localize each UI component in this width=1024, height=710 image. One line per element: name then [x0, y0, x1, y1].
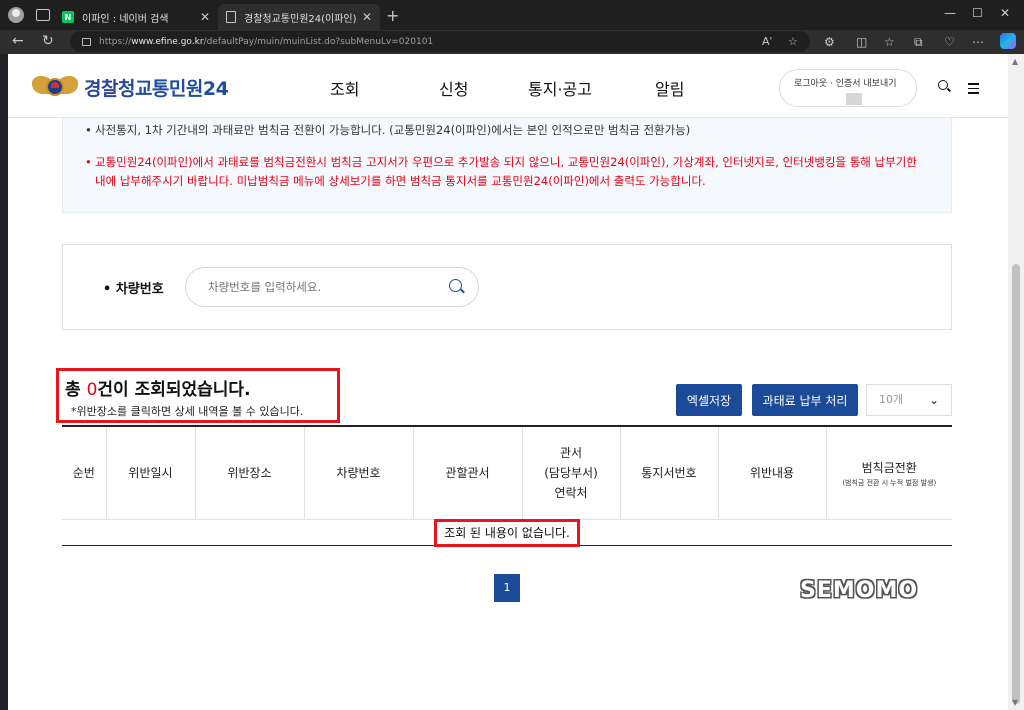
naver-favicon-icon: N — [62, 11, 74, 23]
nav-menu-alerts[interactable]: 알림 — [655, 76, 684, 100]
result-count: 0 — [86, 380, 98, 400]
web-page: 경찰청교통민원24 조회 신청 통지·공고 알림 로그아웃 · 인증서 내보내기… — [8, 54, 1008, 710]
page-favicon-icon — [226, 11, 236, 23]
redacted-username — [846, 93, 862, 105]
nav-menu-inquiry[interactable]: 조회 — [330, 76, 359, 100]
page-number-current[interactable]: 1 — [494, 574, 520, 602]
profile-avatar-icon[interactable] — [8, 7, 24, 23]
notice-warning: • 교통민원24(이파인)에서 과태료를 범칙금전환시 범칙금 고지서가 우편으로… — [85, 155, 917, 188]
search-icon[interactable] — [938, 80, 948, 90]
column-header-conversion: 범칙금전환 (범칙금 전환 시 누적 벌점 발생) — [825, 425, 952, 520]
browser-tab-efine[interactable]: 경찰청교통민원24(이파인) ✕ — [218, 4, 380, 30]
table-header-row: 순번 위반일시 위반장소 차량번호 관할관서 관서 (담당부서) 연락처 통지서… — [62, 425, 952, 520]
page-scrollbar[interactable]: ▲ ▼ — [1008, 54, 1024, 710]
copilot-icon[interactable] — [1000, 33, 1016, 49]
browser-tab-naver[interactable]: N 이파인 : 네이버 검색 ✕ — [54, 4, 218, 30]
search-panel: • 차량번호 — [62, 244, 952, 330]
table-empty-row: 조회 된 내용이 없습니다. — [62, 519, 952, 547]
url-text: https://www.efine.go.kr/defaultPay/muin/… — [99, 36, 434, 47]
tab-title: 이파인 : 네이버 검색 — [82, 13, 169, 25]
police-emblem-icon — [30, 70, 80, 104]
new-tab-icon[interactable]: + — [386, 6, 399, 25]
tab-actions-icon[interactable] — [36, 9, 50, 21]
site-header: 경찰청교통민원24 조회 신청 통지·공고 알림 로그아웃 · 인증서 내보내기 — [8, 54, 1008, 118]
lock-icon[interactable] — [82, 37, 91, 46]
column-header: 통지서번호 — [619, 425, 718, 520]
column-header: 위반장소 — [194, 425, 304, 520]
scroll-up-icon[interactable]: ▲ — [1012, 57, 1018, 66]
scroll-thumb[interactable] — [1012, 264, 1020, 704]
scroll-down-icon[interactable]: ▼ — [1012, 698, 1018, 707]
favorite-star-icon[interactable]: ☆ — [788, 35, 798, 48]
result-count-title: 총 0건이 조회되었습니다. — [65, 380, 251, 400]
favorites-icon[interactable]: ☆ — [884, 35, 895, 49]
login-links[interactable]: 로그아웃 · 인증서 내보내기 — [794, 79, 897, 89]
logo-text: 경찰청교통민원24 — [84, 77, 229, 100]
close-tab-icon[interactable]: ✕ — [200, 10, 210, 24]
notice-box: • 사전통지, 1차 기간내의 과태료만 범칙금 전환이 가능합니다. (교통민원… — [62, 118, 952, 213]
maximize-icon[interactable]: ☐ — [972, 6, 983, 20]
split-screen-icon[interactable]: ◫ — [856, 35, 867, 49]
account-box[interactable]: 로그아웃 · 인증서 내보내기 — [779, 69, 917, 107]
tab-title: 경찰청교통민원24(이파인) — [244, 13, 357, 25]
refresh-icon[interactable]: ↻ — [42, 33, 54, 49]
close-window-icon[interactable]: ✕ — [1000, 6, 1010, 20]
minimize-icon[interactable]: — — [944, 6, 956, 20]
more-menu-icon[interactable]: ⋯ — [972, 35, 984, 49]
result-hint: *위반장소를 클릭하면 상세 내역을 볼 수 있습니다. — [71, 405, 304, 418]
pay-fine-button[interactable]: 과태료 납부 처리 — [752, 384, 858, 416]
column-header: 관할관서 — [412, 425, 522, 520]
vehicle-number-input[interactable] — [185, 267, 479, 307]
page-size-select[interactable]: 10개 ⌄ — [866, 384, 952, 416]
notice-line: • 사전통지, 1차 기간내의 과태료만 범칙금 전환이 가능합니다. (교통민원… — [85, 123, 691, 137]
excel-save-button[interactable]: 엑셀저장 — [676, 384, 742, 416]
address-bar[interactable]: https://www.efine.go.kr/defaultPay/muin/… — [70, 31, 810, 52]
result-summary: 총 0건이 조회되었습니다. *위반장소를 클릭하면 상세 내역을 볼 수 있습… — [56, 368, 340, 423]
extensions-icon[interactable]: ⚙ — [824, 35, 835, 49]
column-header: 순번 — [62, 425, 106, 520]
browser-toolbar: ← ↻ https://www.efine.go.kr/defaultPay/m… — [0, 30, 1024, 54]
close-tab-icon[interactable]: ✕ — [362, 10, 372, 24]
browser-essentials-icon[interactable]: ♡ — [944, 35, 955, 49]
back-icon[interactable]: ← — [12, 33, 24, 49]
watermark: SEMOMO — [800, 578, 919, 603]
nav-menu-notice[interactable]: 통지·공고 — [528, 76, 592, 100]
vehicle-number-label: • 차량번호 — [103, 282, 164, 297]
column-header: 관서 (담당부서) 연락처 — [521, 425, 620, 520]
search-icon[interactable] — [449, 279, 462, 292]
site-logo[interactable]: 경찰청교통민원24 — [30, 70, 229, 104]
column-header: 위반일시 — [105, 425, 195, 520]
column-header: 위반내용 — [717, 425, 826, 520]
menu-icon[interactable] — [968, 83, 979, 97]
empty-message: 조회 된 내용이 없습니다. — [434, 519, 580, 547]
chevron-down-icon: ⌄ — [928, 393, 939, 407]
read-aloud-icon[interactable]: Aʾ — [762, 35, 773, 48]
column-header: 차량번호 — [303, 425, 413, 520]
collections-icon[interactable]: ⧉ — [914, 35, 923, 50]
violation-table: 순번 위반일시 위반장소 차량번호 관할관서 관서 (담당부서) 연락처 통지서… — [62, 425, 952, 520]
nav-menu-apply[interactable]: 신청 — [439, 76, 468, 100]
